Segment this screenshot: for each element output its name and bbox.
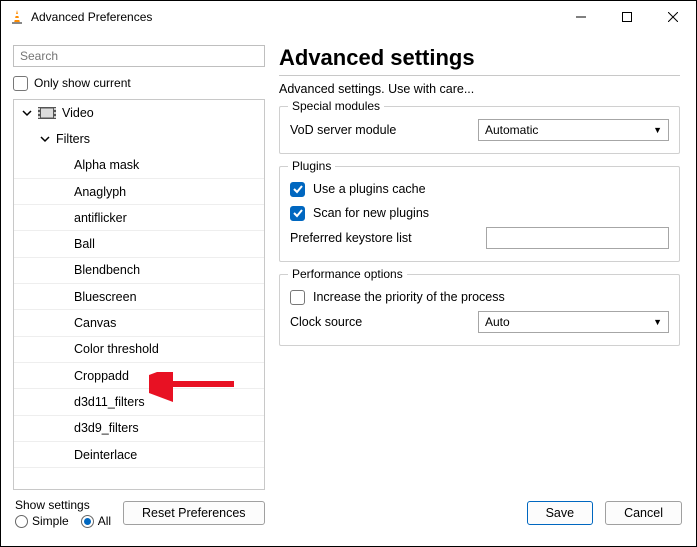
button-label: Save bbox=[546, 506, 575, 520]
clock-source-combo[interactable]: Auto ▼ bbox=[478, 311, 669, 333]
tree-leaf-d3d9-filters[interactable]: d3d9_filters bbox=[14, 416, 264, 442]
radio-label: All bbox=[98, 514, 111, 528]
tree-leaf-label: d3d9_filters bbox=[74, 421, 139, 435]
tree-leaf-anaglyph[interactable]: Anaglyph bbox=[14, 179, 264, 205]
left-panel: Only show current Video Filters Alpha ma… bbox=[13, 45, 265, 490]
settings-tree[interactable]: Video Filters Alpha mask Anaglyph antifl… bbox=[13, 99, 265, 490]
save-button[interactable]: Save bbox=[527, 501, 594, 525]
tree-leaf-antiflicker[interactable]: antiflicker bbox=[14, 205, 264, 231]
right-panel: Advanced settings Advanced settings. Use… bbox=[279, 45, 684, 490]
film-strip-icon bbox=[38, 106, 56, 120]
tree-leaf-color-threshold[interactable]: Color threshold bbox=[14, 337, 264, 363]
vod-server-combo[interactable]: Automatic ▼ bbox=[478, 119, 669, 141]
chevron-down-icon: ▼ bbox=[653, 317, 662, 327]
footer: Show settings Simple All Reset Preferenc… bbox=[1, 490, 696, 546]
tree-leaf-label: Bluescreen bbox=[74, 290, 137, 304]
only-show-current-checkbox[interactable] bbox=[13, 76, 28, 91]
radio-icon bbox=[81, 515, 94, 528]
tree-leaf-bluescreen[interactable]: Bluescreen bbox=[14, 284, 264, 310]
use-plugins-cache-checkbox[interactable] bbox=[290, 182, 305, 197]
tree-leaf-label: Canvas bbox=[74, 316, 116, 330]
page-title: Advanced settings bbox=[279, 45, 680, 71]
tree-leaf-label: Deinterlace bbox=[74, 448, 137, 462]
keystore-label: Preferred keystore list bbox=[290, 231, 470, 245]
only-show-current-label: Only show current bbox=[34, 76, 131, 90]
tree-leaf-canvas[interactable]: Canvas bbox=[14, 310, 264, 336]
button-label: Cancel bbox=[624, 506, 663, 520]
content-area: Only show current Video Filters Alpha ma… bbox=[1, 33, 696, 490]
chevron-down-icon bbox=[20, 108, 34, 118]
clock-source-label: Clock source bbox=[290, 315, 470, 329]
use-plugins-cache-row[interactable]: Use a plugins cache bbox=[290, 177, 669, 201]
tree-node-label: Video bbox=[62, 106, 94, 120]
tree-leaf-d3d11-filters[interactable]: d3d11_filters bbox=[14, 389, 264, 415]
tree-leaf-label: Ball bbox=[74, 237, 95, 251]
tree-node-label: Filters bbox=[56, 132, 90, 146]
scan-new-plugins-checkbox[interactable] bbox=[290, 206, 305, 221]
radio-all[interactable]: All bbox=[81, 514, 111, 528]
maximize-button[interactable] bbox=[604, 1, 650, 33]
scan-new-plugins-row[interactable]: Scan for new plugins bbox=[290, 201, 669, 225]
group-legend: Performance options bbox=[288, 267, 407, 281]
tree-leaf-blendbench[interactable]: Blendbench bbox=[14, 258, 264, 284]
minimize-button[interactable] bbox=[558, 1, 604, 33]
tree-leaf-croppadd[interactable]: Croppadd bbox=[14, 363, 264, 389]
tree-leaf-ball[interactable]: Ball bbox=[14, 231, 264, 257]
tree-node-video[interactable]: Video bbox=[14, 100, 264, 126]
button-label: Reset Preferences bbox=[142, 506, 246, 520]
increase-priority-checkbox[interactable] bbox=[290, 290, 305, 305]
reset-preferences-button[interactable]: Reset Preferences bbox=[123, 501, 265, 525]
tree-leaf-label: Alpha mask bbox=[74, 158, 139, 172]
title-divider bbox=[279, 75, 680, 76]
radio-simple[interactable]: Simple bbox=[15, 514, 69, 528]
group-performance: Performance options Increase the priorit… bbox=[279, 274, 680, 346]
radio-label: Simple bbox=[32, 514, 69, 528]
checkbox-label: Increase the priority of the process bbox=[313, 290, 505, 304]
group-plugins: Plugins Use a plugins cache Scan for new… bbox=[279, 166, 680, 262]
radio-icon bbox=[15, 515, 28, 528]
only-show-current-row[interactable]: Only show current bbox=[13, 73, 265, 93]
checkbox-label: Use a plugins cache bbox=[313, 182, 426, 196]
tree-leaf-label: Color threshold bbox=[74, 342, 159, 356]
tree-node-filters[interactable]: Filters bbox=[14, 126, 264, 152]
page-subtitle: Advanced settings. Use with care... bbox=[279, 82, 680, 96]
checkbox-label: Scan for new plugins bbox=[313, 206, 429, 220]
tree-leaf-label: d3d11_filters bbox=[74, 395, 145, 409]
combo-value: Auto bbox=[485, 315, 510, 329]
preferences-window: Advanced Preferences Only show current V… bbox=[0, 0, 697, 547]
group-legend: Special modules bbox=[288, 99, 384, 113]
group-legend: Plugins bbox=[288, 159, 335, 173]
show-settings-label: Show settings bbox=[15, 498, 111, 512]
group-special-modules: Special modules VoD server module Automa… bbox=[279, 106, 680, 154]
increase-priority-row[interactable]: Increase the priority of the process bbox=[290, 285, 669, 309]
show-settings-group: Show settings Simple All bbox=[15, 498, 111, 528]
tree-leaf-label: Blendbench bbox=[74, 263, 140, 277]
titlebar: Advanced Preferences bbox=[1, 1, 696, 33]
chevron-down-icon: ▼ bbox=[653, 125, 662, 135]
cancel-button[interactable]: Cancel bbox=[605, 501, 682, 525]
combo-value: Automatic bbox=[485, 123, 538, 137]
window-title: Advanced Preferences bbox=[31, 10, 152, 24]
tree-leaf-deinterlace[interactable]: Deinterlace bbox=[14, 442, 264, 468]
tree-leaf-label: Anaglyph bbox=[74, 185, 126, 199]
vod-server-label: VoD server module bbox=[290, 123, 470, 137]
search-input[interactable] bbox=[13, 45, 265, 67]
vlc-cone-icon bbox=[9, 9, 25, 25]
tree-leaf-label: antiflicker bbox=[74, 211, 127, 225]
tree-leaf-label: Croppadd bbox=[74, 369, 129, 383]
chevron-down-icon bbox=[38, 134, 52, 144]
tree-leaf-alpha-mask[interactable]: Alpha mask bbox=[14, 153, 264, 179]
keystore-input[interactable] bbox=[486, 227, 669, 249]
close-button[interactable] bbox=[650, 1, 696, 33]
